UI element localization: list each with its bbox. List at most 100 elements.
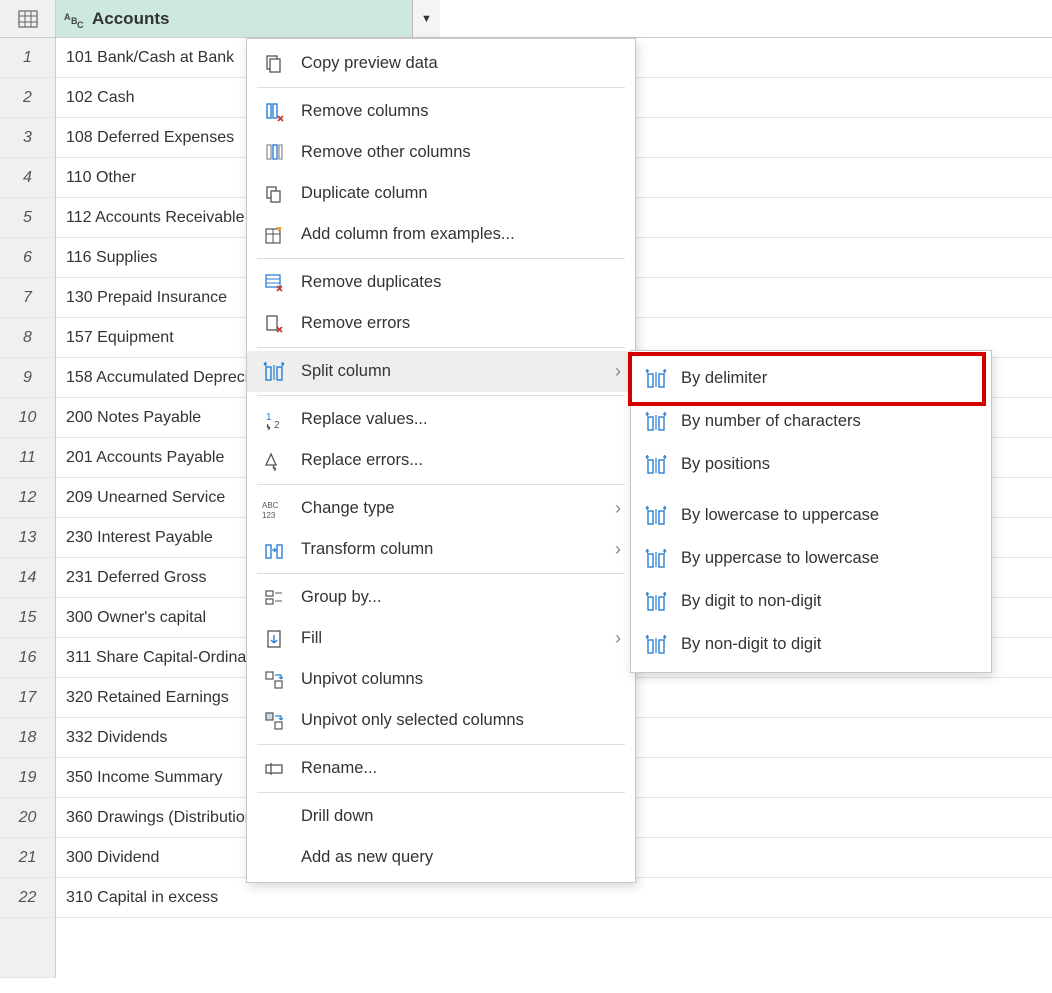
menu-group-by[interactable]: Group by... [247,577,635,618]
svg-text:123: 123 [262,511,276,519]
menu-label: Unpivot columns [301,670,423,689]
menu-add-from-examples[interactable]: Add column from examples... [247,214,635,255]
menu-label: Rename... [301,759,377,778]
submenu-label: By number of characters [681,412,861,431]
row-number[interactable]: 1 [0,38,56,77]
remove-errors-icon [264,314,284,334]
menu-separator [257,87,625,88]
menu-duplicate-column[interactable]: Duplicate column [247,173,635,214]
menu-label: Group by... [301,588,381,607]
row-number[interactable]: 21 [0,838,56,877]
column-header-accounts[interactable]: A B C Accounts ▼ [56,0,440,37]
row-number[interactable]: 8 [0,318,56,357]
group-by-icon [264,588,284,608]
remove-duplicates-icon [264,273,284,293]
copy-icon [264,54,284,74]
svg-text:C: C [77,20,84,28]
row-number[interactable]: 7 [0,278,56,317]
menu-copy-preview[interactable]: Copy preview data [247,43,635,84]
menu-drill-down[interactable]: Drill down [247,796,635,837]
row-number[interactable]: 18 [0,718,56,757]
menu-separator [257,573,625,574]
split-icon [645,455,667,475]
svg-text:ABC: ABC [262,501,279,510]
menu-label: Unpivot only selected columns [301,711,524,730]
unpivot-selected-icon [264,711,284,731]
column-header-label: Accounts [92,9,169,29]
row-value[interactable]: 310 Capital in excess [56,878,440,917]
row-number[interactable]: 15 [0,598,56,637]
add-column-examples-icon [264,225,284,245]
menu-separator [257,258,625,259]
row-number[interactable]: 6 [0,238,56,277]
table-row[interactable]: 22310 Capital in excess [0,878,1052,918]
split-icon [645,549,667,569]
split-column-icon [263,362,285,382]
submenu-digit-to-non[interactable]: By digit to non-digit [631,580,991,623]
row-number[interactable]: 17 [0,678,56,717]
fill-icon [264,629,284,649]
table-header-row: A B C Accounts ▼ [0,0,1052,38]
menu-transform-column[interactable]: Transform column › [247,529,635,570]
menu-rename[interactable]: Rename... [247,748,635,789]
split-icon [645,412,667,432]
split-icon [645,635,667,655]
menu-label: Fill [301,629,322,648]
row-number[interactable]: 13 [0,518,56,557]
submenu-by-delimiter[interactable]: By delimiter [631,357,991,400]
submenu-by-positions[interactable]: By positions [631,443,991,486]
menu-label: Replace errors... [301,451,423,470]
row-number[interactable]: 4 [0,158,56,197]
row-number[interactable]: 9 [0,358,56,397]
menu-label: Drill down [301,807,373,826]
row-number[interactable]: 19 [0,758,56,797]
menu-label: Split column [301,362,391,381]
row-number[interactable]: 20 [0,798,56,837]
empty-row [0,918,1052,978]
menu-label: Add as new query [301,848,433,867]
split-icon [645,369,667,389]
row-number[interactable]: 16 [0,638,56,677]
replace-errors-icon [264,451,284,471]
submenu-label: By positions [681,455,770,474]
column-dropdown-button[interactable]: ▼ [412,0,440,37]
remove-columns-icon [264,102,284,122]
menu-unpivot[interactable]: Unpivot columns [247,659,635,700]
row-number[interactable]: 14 [0,558,56,597]
row-number[interactable]: 12 [0,478,56,517]
menu-unpivot-selected[interactable]: Unpivot only selected columns [247,700,635,741]
menu-change-type[interactable]: ABC123 Change type › [247,488,635,529]
text-type-icon: A B C [64,10,86,28]
row-number[interactable]: 22 [0,878,56,917]
row-number[interactable]: 10 [0,398,56,437]
menu-remove-duplicates[interactable]: Remove duplicates [247,262,635,303]
table-corner-cell[interactable] [0,0,56,37]
menu-remove-other-columns[interactable]: Remove other columns [247,132,635,173]
menu-replace-errors[interactable]: Replace errors... [247,440,635,481]
menu-add-as-query[interactable]: Add as new query [247,837,635,878]
submenu-upper-to-lower[interactable]: By uppercase to lowercase [631,537,991,580]
svg-text:A: A [64,12,71,22]
menu-separator [257,792,625,793]
menu-remove-errors[interactable]: Remove errors [247,303,635,344]
submenu-lower-to-upper[interactable]: By lowercase to uppercase [631,494,991,537]
menu-fill[interactable]: Fill › [247,618,635,659]
menu-split-column[interactable]: Split column › [247,351,635,392]
menu-replace-values[interactable]: 12 Replace values... [247,399,635,440]
table-icon [18,10,38,28]
row-number[interactable]: 3 [0,118,56,157]
transform-icon [263,540,285,560]
row-number[interactable]: 5 [0,198,56,237]
submenu-label: By lowercase to uppercase [681,506,879,525]
menu-label: Duplicate column [301,184,428,203]
change-type-icon: ABC123 [262,499,286,519]
row-number[interactable]: 2 [0,78,56,117]
row-number[interactable]: 11 [0,438,56,477]
menu-remove-columns[interactable]: Remove columns [247,91,635,132]
submenu-by-num-chars[interactable]: By number of characters [631,400,991,443]
submenu-label: By non-digit to digit [681,635,821,654]
split-icon [645,592,667,612]
menu-separator [257,395,625,396]
menu-separator [257,744,625,745]
submenu-non-to-digit[interactable]: By non-digit to digit [631,623,991,666]
